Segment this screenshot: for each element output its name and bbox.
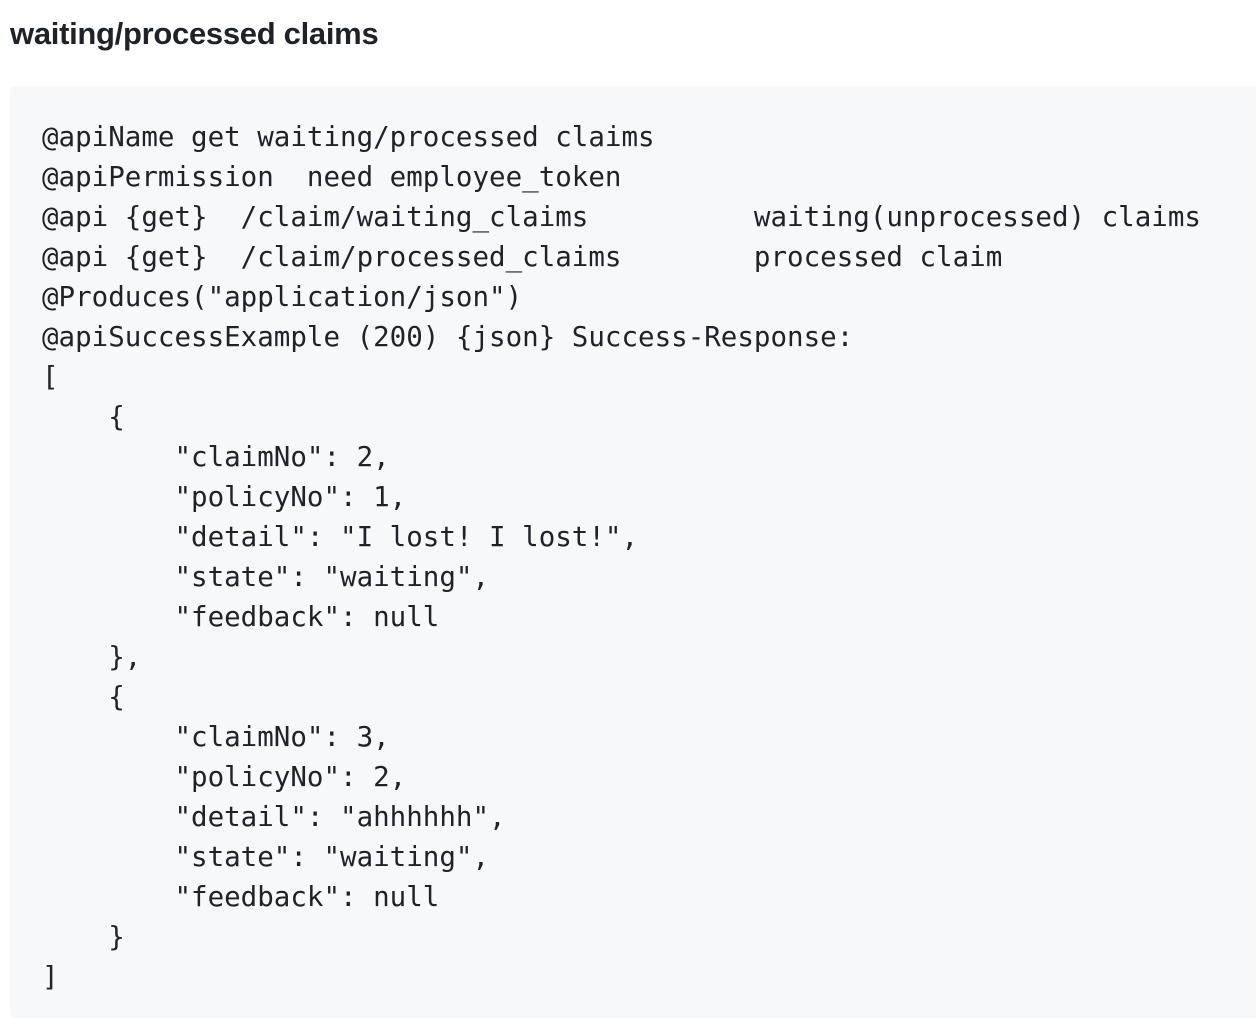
code-line-api-permission: @apiPermission need employee_token <box>42 161 622 193</box>
code-line-feedback: "feedback": null <box>42 601 440 633</box>
code-line-state: "state": "waiting", <box>42 561 490 593</box>
section-heading: waiting/processed claims <box>10 16 379 51</box>
code-line-api-waiting-claims: @api {get} /claim/waiting_claims waiting… <box>42 201 1201 233</box>
code-line-object-open: { <box>42 681 125 713</box>
code-line-detail: "detail": "ahhhhhh", <box>42 801 506 833</box>
code-line-policy-no: "policyNo": 2, <box>42 761 407 793</box>
code-line-feedback: "feedback": null <box>42 881 440 913</box>
code-line-object-close: }, <box>42 641 142 673</box>
code-block: @apiName get waiting/processed claims @ap… <box>10 86 1256 1018</box>
code-line-object-close: } <box>42 921 125 953</box>
code-line-produces: @Produces("application/json") <box>42 281 523 313</box>
code-line-success-example: @apiSuccessExample (200) {json} Success-… <box>42 321 854 353</box>
code-line-api-processed-claims: @api {get} /claim/processed_claims proce… <box>42 241 1003 273</box>
code-line-detail: "detail": "I lost! I lost!", <box>42 521 639 553</box>
code-line-api-name: @apiName get waiting/processed claims <box>42 121 655 153</box>
code-line-policy-no: "policyNo": 1, <box>42 481 407 513</box>
code-content: @apiName get waiting/processed claims @ap… <box>42 117 1256 997</box>
code-line-state: "state": "waiting", <box>42 841 490 873</box>
code-line-array-open: [ <box>42 361 59 393</box>
code-line-array-close: ] <box>42 961 59 993</box>
code-line-object-open: { <box>42 401 125 433</box>
code-line-claim-no: "claimNo": 2, <box>42 441 390 473</box>
code-line-claim-no: "claimNo": 3, <box>42 721 390 753</box>
